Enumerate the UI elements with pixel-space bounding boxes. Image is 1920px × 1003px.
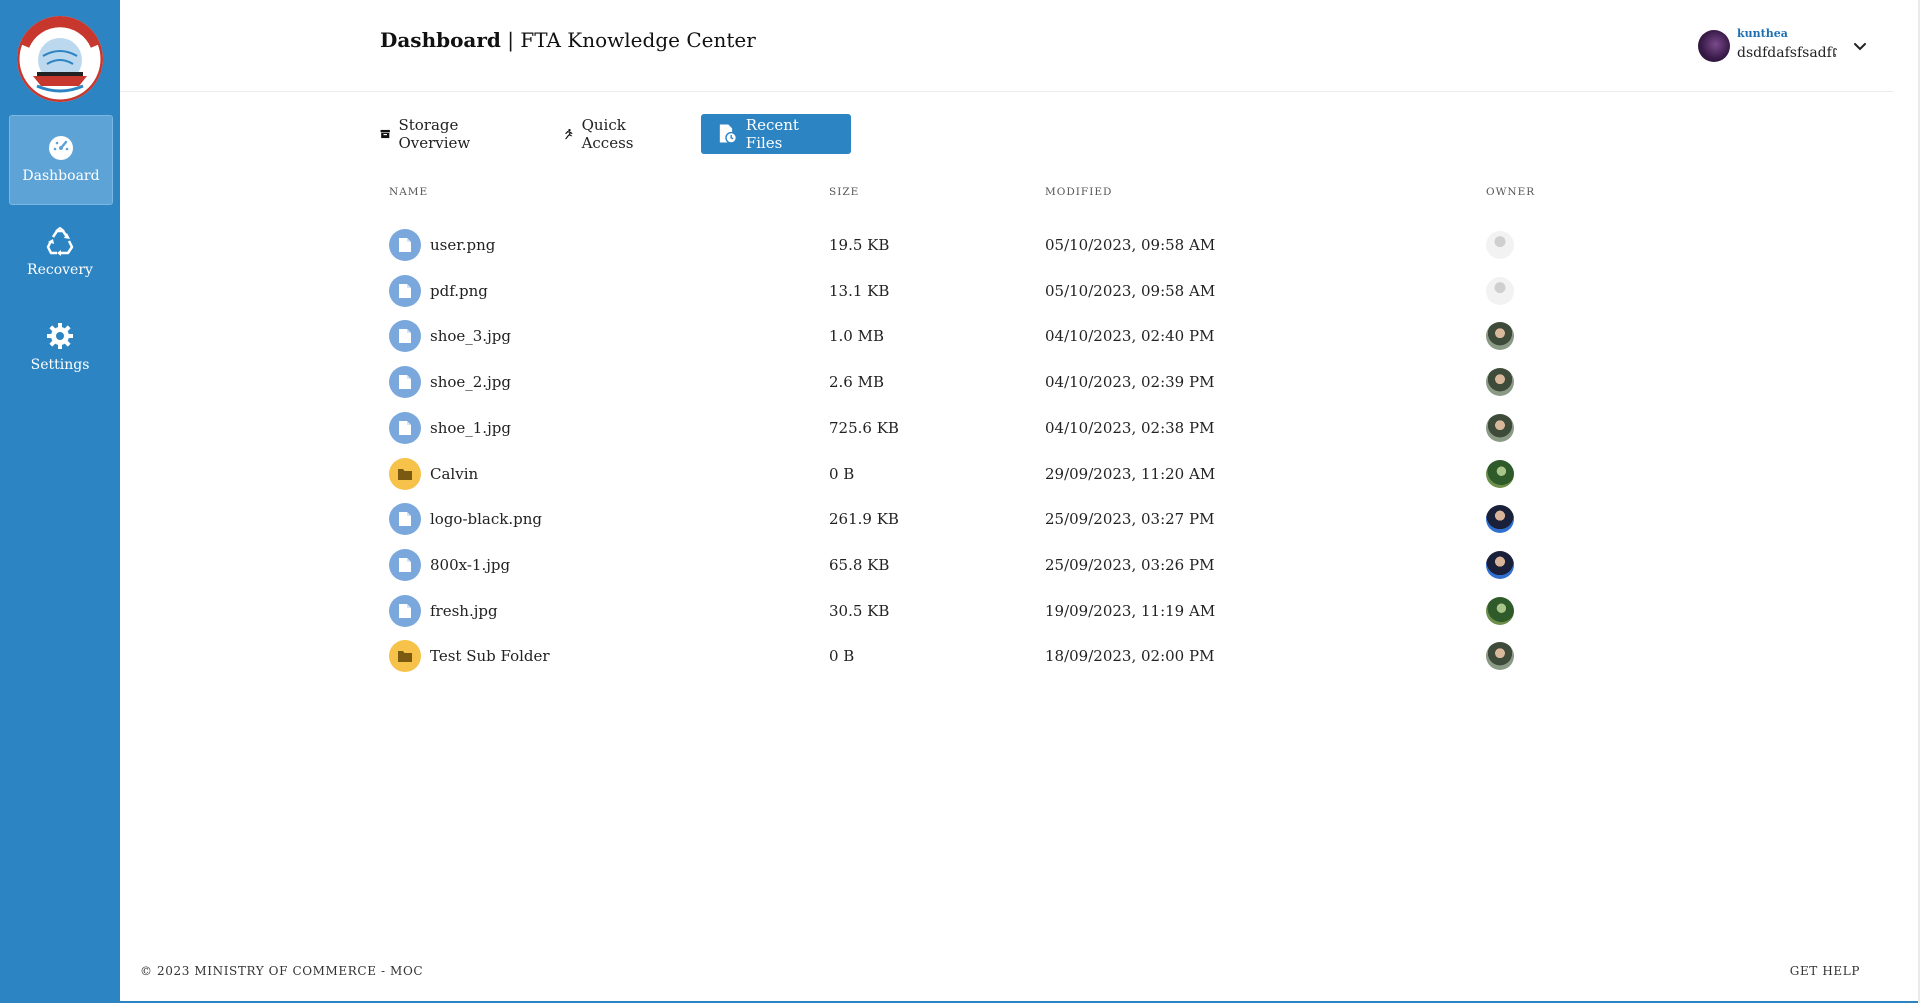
owner-avatar[interactable] <box>1486 413 1514 442</box>
get-help-link[interactable]: GET HELP <box>1790 964 1860 978</box>
copyright-text: © 2023 MINISTRY OF COMMERCE - MOC <box>140 964 424 978</box>
file-name: Calvin <box>430 464 479 483</box>
file-size: 0 B <box>829 647 855 666</box>
file-name: shoe_3.jpg <box>430 327 511 346</box>
column-header-owner[interactable]: OWNER <box>1486 186 1535 198</box>
tab-label: Storage Overview <box>398 116 471 152</box>
file-name: logo-black.png <box>430 510 542 529</box>
file-name: shoe_2.jpg <box>430 373 511 392</box>
user-name: kunthea <box>1737 27 1788 40</box>
page-title: Dashboard | FTA Knowledge Center <box>380 28 756 52</box>
column-header-size[interactable]: SIZE <box>829 186 859 198</box>
page-title-app-name: FTA Knowledge Center <box>520 28 756 52</box>
page-title-separator: | <box>500 28 521 52</box>
file-icon <box>389 274 421 307</box>
header: Dashboard | FTA Knowledge Center kunthea… <box>120 0 1893 92</box>
file-clock-icon <box>719 124 738 144</box>
owner-cell <box>1486 628 1514 684</box>
file-icon <box>389 503 421 536</box>
owner-avatar[interactable] <box>1486 276 1514 305</box>
file-name-cell[interactable]: Test Sub Folder <box>389 628 550 684</box>
file-name: shoe_1.jpg <box>430 418 511 437</box>
archive-icon <box>380 129 390 139</box>
file-icon <box>389 594 421 627</box>
chevron-down-icon[interactable] <box>1852 38 1868 54</box>
file-icon <box>389 229 421 261</box>
speedometer-icon <box>49 136 73 160</box>
tab-recent-files[interactable]: Recent Files <box>701 114 851 154</box>
file-icon <box>389 548 421 581</box>
file-name: Test Sub Folder <box>430 647 550 666</box>
file-name: user.png <box>430 236 496 254</box>
avatar[interactable] <box>1698 30 1730 62</box>
sidebar-item-recovery[interactable]: Recovery <box>9 210 111 298</box>
user-menu[interactable]: kunthea dsdfdafsfsadfព <box>1698 26 1868 66</box>
file-modified: 18/09/2023, 02:00 PM <box>1045 647 1215 666</box>
owner-avatar[interactable] <box>1486 322 1514 351</box>
recycle-icon <box>46 226 74 256</box>
file-name: fresh.jpg <box>430 601 498 620</box>
table-row[interactable]: Test Sub Folder 0 B 18/09/2023, 02:00 PM <box>380 628 1580 684</box>
gear-icon <box>47 323 73 349</box>
file-icon <box>389 411 421 444</box>
file-icon <box>389 320 421 353</box>
folder-icon <box>389 640 421 673</box>
sidebar-item-label: Settings <box>30 357 90 373</box>
owner-avatar[interactable] <box>1486 642 1514 671</box>
file-name: 800x-1.jpg <box>430 555 511 574</box>
sidebar: Dashboard Recovery Settings <box>0 0 120 1003</box>
sidebar-item-label: Dashboard <box>22 168 100 184</box>
folder-icon <box>389 457 421 490</box>
sidebar-item-settings[interactable]: Settings <box>9 305 111 393</box>
ministry-logo[interactable] <box>17 16 103 102</box>
tab-label: Recent Files <box>745 116 799 152</box>
owner-avatar[interactable] <box>1486 231 1514 259</box>
tab-label: Quick Access <box>581 116 634 152</box>
page-title-bold: Dashboard <box>380 28 501 52</box>
file-name: pdf.png <box>430 281 488 300</box>
file-icon <box>389 366 421 399</box>
sidebar-item-dashboard[interactable]: Dashboard <box>9 115 113 205</box>
running-icon <box>565 129 573 140</box>
owner-avatar[interactable] <box>1486 596 1514 625</box>
owner-avatar[interactable] <box>1486 459 1514 488</box>
sidebar-item-label: Recovery <box>27 262 93 278</box>
owner-avatar[interactable] <box>1486 550 1514 579</box>
column-header-name[interactable]: NAME <box>389 186 428 198</box>
user-email: dsdfdafsfsadfព <box>1737 45 1837 61</box>
column-header-modified[interactable]: MODIFIED <box>1045 186 1112 198</box>
owner-avatar[interactable] <box>1486 505 1514 534</box>
tab-storage-overview[interactable]: Storage Overview <box>380 114 478 154</box>
owner-avatar[interactable] <box>1486 368 1514 397</box>
tab-quick-access[interactable]: Quick Access <box>563 114 641 154</box>
